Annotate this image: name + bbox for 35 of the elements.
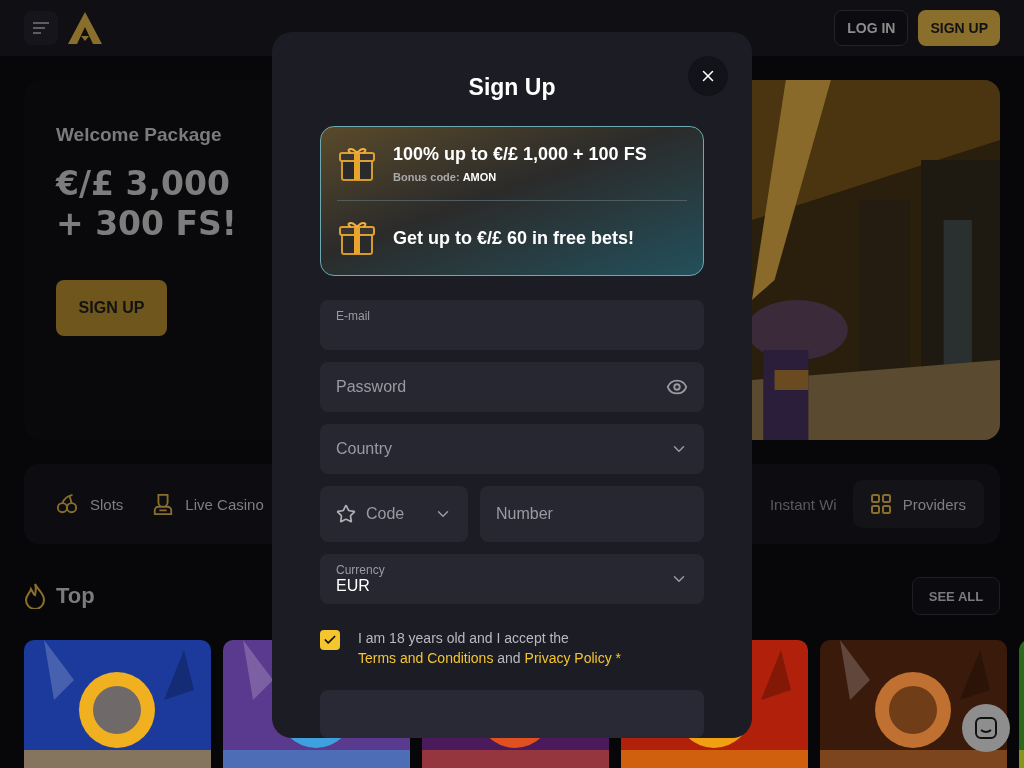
- promo-title: Get up to €/£ 60 in free bets!: [393, 227, 635, 249]
- dealer-icon: [153, 493, 174, 515]
- check-icon: [323, 633, 337, 647]
- promo-title: 100% up to €/£ 1,000 + 100 FS: [393, 144, 647, 165]
- hero-signup-button[interactable]: SIGN UP: [56, 280, 167, 336]
- hero-subtitle: Welcome Package: [56, 124, 222, 146]
- terms-link[interactable]: Terms and Conditions: [358, 650, 494, 666]
- privacy-link[interactable]: Privacy Policy: [524, 650, 612, 666]
- section-title: Top: [56, 583, 95, 609]
- email-field[interactable]: E-mail: [320, 300, 704, 350]
- country-select[interactable]: Country: [320, 424, 704, 474]
- dialog-title: Sign Up: [468, 74, 556, 101]
- grid-icon: [870, 494, 891, 514]
- hero-headline: €/£ 3,000 + 300 FS!: [56, 164, 237, 244]
- close-button[interactable]: [688, 56, 728, 96]
- category-tab[interactable]: Slots: [56, 493, 124, 515]
- password-field[interactable]: Password: [320, 362, 704, 412]
- signup-button[interactable]: SIGN UP: [918, 10, 1000, 46]
- number-field[interactable]: Number: [480, 486, 704, 542]
- menu-button[interactable]: [24, 11, 58, 45]
- menu-icon: [33, 22, 49, 34]
- code-select[interactable]: Code: [320, 486, 468, 542]
- category-tab[interactable]: Live Casino: [153, 493, 264, 515]
- login-button[interactable]: LOG IN: [834, 10, 909, 46]
- cherries-icon: [56, 493, 78, 515]
- currency-select[interactable]: Currency EUR: [320, 554, 704, 604]
- star-icon: [336, 504, 356, 524]
- see-all-button[interactable]: SEE ALL: [912, 577, 1000, 615]
- age-checkbox[interactable]: [320, 630, 340, 650]
- flame-icon: [24, 583, 46, 609]
- category-tab[interactable]: Instant Wi: [769, 495, 837, 513]
- logo[interactable]: [68, 12, 102, 44]
- consent-text: I am 18 years old and I accept the Terms and Conditions and Privacy Policy *: [358, 629, 623, 668]
- chat-icon: [975, 717, 997, 739]
- bonus-code: Bonus code: AMON: [393, 171, 498, 183]
